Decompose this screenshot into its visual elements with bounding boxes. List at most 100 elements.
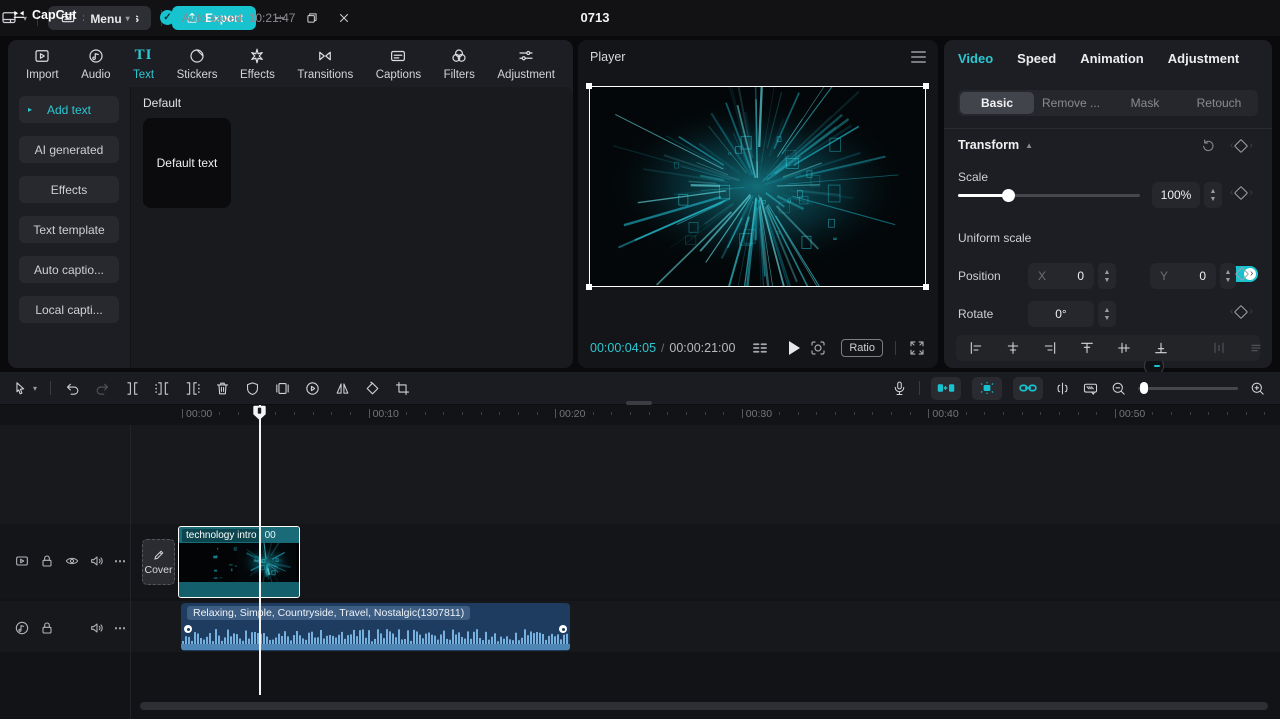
delete-button[interactable] bbox=[214, 380, 231, 397]
align-center-vertical-icon[interactable] bbox=[1116, 340, 1132, 356]
subtab-mask[interactable]: Mask bbox=[1108, 92, 1182, 114]
selection-handle[interactable] bbox=[586, 284, 592, 290]
more-icon[interactable]: ⋯ bbox=[114, 554, 127, 568]
video-frame-art bbox=[590, 87, 925, 286]
reset-transform-button[interactable] bbox=[1200, 137, 1216, 153]
shield-icon[interactable] bbox=[244, 380, 261, 397]
position-x-stepper[interactable]: ▲ ▼ bbox=[1098, 263, 1116, 289]
scale-slider[interactable] bbox=[958, 189, 1140, 202]
sidebar-item-effects[interactable]: Effects bbox=[19, 176, 119, 203]
video-clip[interactable]: technology intro 00 bbox=[178, 526, 300, 598]
selection-handle[interactable] bbox=[923, 83, 929, 89]
timeline-zoom-slider[interactable] bbox=[1138, 381, 1238, 395]
default-text-card[interactable]: Default text bbox=[143, 118, 231, 208]
scale-stepper[interactable]: ▲ ▼ bbox=[1204, 182, 1222, 208]
tab-animation[interactable]: Animation bbox=[1080, 51, 1144, 66]
position-y-stepper[interactable]: ▲ ▼ bbox=[1220, 263, 1236, 289]
ratio-button[interactable]: Ratio bbox=[841, 339, 883, 357]
slider-thumb[interactable] bbox=[1140, 382, 1148, 394]
cover-button[interactable]: Cover bbox=[142, 539, 175, 585]
sidebar-item-local-captions[interactable]: Local capti... bbox=[19, 296, 119, 323]
position-y-input[interactable]: Y 0 bbox=[1150, 263, 1216, 289]
align-left-icon[interactable] bbox=[968, 340, 984, 356]
fade-in-handle[interactable] bbox=[184, 625, 192, 633]
scale-value-input[interactable]: 100% bbox=[1152, 182, 1200, 208]
eye-icon[interactable] bbox=[64, 553, 80, 569]
speaker-icon[interactable] bbox=[89, 620, 105, 636]
zoom-out-icon[interactable] bbox=[1110, 380, 1127, 397]
tab-filters[interactable]: Filters bbox=[444, 46, 475, 81]
subtab-retouch[interactable]: Retouch bbox=[1182, 92, 1256, 114]
rotate-stepper[interactable]: ▲ ▼ bbox=[1098, 301, 1116, 327]
tab-captions[interactable]: Captions bbox=[376, 46, 421, 81]
auto-snap-toggle[interactable] bbox=[972, 376, 1002, 400]
transform-keyframe[interactable]: ‹ › bbox=[1230, 138, 1253, 153]
play-button[interactable] bbox=[789, 341, 801, 355]
split-button[interactable] bbox=[124, 380, 141, 397]
align-center-horizontal-icon[interactable] bbox=[1005, 340, 1021, 356]
select-tool-button[interactable]: ▾ bbox=[12, 380, 37, 397]
distribute-horizontal-icon[interactable] bbox=[1211, 340, 1227, 356]
position-keyframe[interactable]: › bbox=[1234, 266, 1253, 281]
sidebar-item-ai-generated[interactable]: AI generated bbox=[19, 136, 119, 163]
align-top-icon[interactable] bbox=[1079, 340, 1095, 356]
tab-effects[interactable]: Effects bbox=[240, 46, 275, 81]
rotate-icon[interactable] bbox=[364, 380, 381, 397]
menu-button[interactable]: Menu ▾ bbox=[84, 7, 136, 30]
undo-button[interactable] bbox=[64, 380, 81, 397]
speaker-icon[interactable] bbox=[89, 553, 105, 569]
crop-icon[interactable] bbox=[394, 380, 411, 397]
video-preview[interactable] bbox=[586, 83, 929, 290]
audio-clip[interactable]: Relaxing, Simple, Countryside, Travel, N… bbox=[181, 603, 570, 651]
fullscreen-icon[interactable] bbox=[908, 339, 926, 357]
transform-header[interactable]: Transform ▲ bbox=[958, 138, 1033, 152]
tab-adjustment[interactable]: Adjustment bbox=[1168, 51, 1240, 66]
sidebar-item-auto-captions[interactable]: Auto captio... bbox=[19, 256, 119, 283]
distribute-vertical-icon[interactable] bbox=[1248, 340, 1264, 356]
overlay-icon[interactable] bbox=[274, 380, 291, 397]
subtab-remove[interactable]: Remove ... bbox=[1034, 92, 1108, 114]
delete-left-button[interactable] bbox=[154, 380, 171, 397]
preview-quality-icon[interactable] bbox=[1082, 380, 1099, 397]
lock-icon[interactable] bbox=[39, 620, 55, 636]
sidebar-item-text-template[interactable]: Text template bbox=[19, 216, 119, 243]
restore-button[interactable] bbox=[298, 5, 326, 31]
selection-handle[interactable] bbox=[586, 83, 592, 89]
preview-axis-icon[interactable] bbox=[1054, 380, 1071, 397]
tab-audio[interactable]: Audio bbox=[81, 46, 111, 81]
fade-out-handle[interactable] bbox=[559, 625, 567, 633]
speed-icon[interactable] bbox=[304, 380, 321, 397]
tab-stickers[interactable]: Stickers bbox=[177, 46, 217, 81]
tab-adjustment[interactable]: Adjustment bbox=[497, 46, 555, 81]
align-bottom-icon[interactable] bbox=[1153, 340, 1169, 356]
player-menu-icon[interactable] bbox=[911, 51, 926, 63]
sidebar-item-add-text[interactable]: ▸ Add text bbox=[19, 96, 119, 123]
redo-button[interactable] bbox=[94, 380, 111, 397]
frame-view-icon[interactable] bbox=[751, 339, 769, 357]
record-voiceover-button[interactable] bbox=[891, 380, 908, 397]
rotate-keyframe[interactable]: ‹ › bbox=[1230, 304, 1253, 319]
rotate-value-input[interactable]: 0° bbox=[1028, 301, 1094, 327]
align-right-icon[interactable] bbox=[1042, 340, 1058, 356]
tab-text[interactable]: TI Text bbox=[133, 46, 154, 81]
delete-right-button[interactable] bbox=[184, 380, 201, 397]
tab-speed[interactable]: Speed bbox=[1017, 51, 1056, 66]
lock-icon[interactable] bbox=[39, 553, 55, 569]
horizontal-scrollbar[interactable] bbox=[140, 702, 1268, 710]
preview-focus-icon[interactable] bbox=[809, 339, 827, 357]
tab-import[interactable]: Import bbox=[26, 46, 59, 81]
subtab-basic[interactable]: Basic bbox=[960, 92, 1034, 114]
mirror-icon[interactable] bbox=[334, 380, 351, 397]
position-x-input[interactable]: X 0 bbox=[1028, 263, 1094, 289]
slider-thumb[interactable] bbox=[1002, 189, 1015, 202]
link-toggle[interactable] bbox=[1013, 376, 1043, 400]
magnetic-snap-toggle[interactable] bbox=[931, 376, 961, 400]
timeline-ruler[interactable]: 00:00 00:10 00:20 00:30 00:40 00:50 bbox=[0, 404, 1280, 425]
tab-video[interactable]: Video bbox=[958, 51, 993, 66]
tab-transitions[interactable]: Transitions bbox=[297, 46, 353, 81]
close-button[interactable] bbox=[330, 5, 358, 31]
selection-handle[interactable] bbox=[923, 284, 929, 290]
scale-keyframe[interactable]: ‹ › bbox=[1230, 185, 1253, 200]
more-icon[interactable]: ⋯ bbox=[114, 621, 127, 635]
zoom-in-icon[interactable] bbox=[1249, 380, 1266, 397]
